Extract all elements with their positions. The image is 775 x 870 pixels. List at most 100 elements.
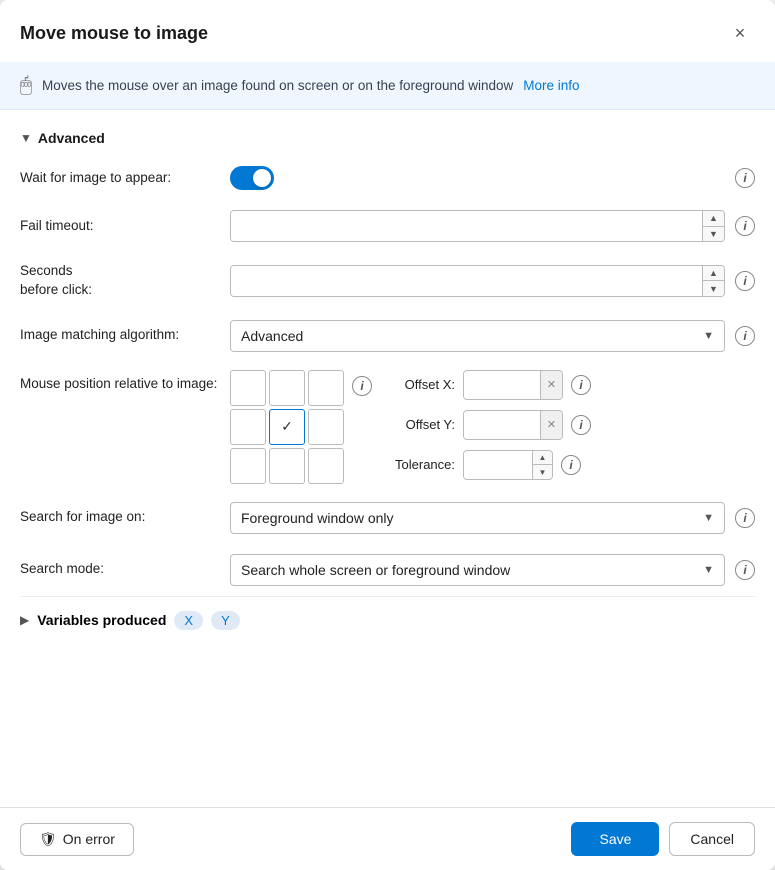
offset-y-input[interactable]: 0: [464, 411, 540, 439]
more-info-link[interactable]: More info: [523, 78, 579, 93]
footer: 🛡 On error Save Cancel: [0, 807, 775, 870]
cancel-button[interactable]: Cancel: [669, 822, 755, 856]
tolerance-input[interactable]: 10: [464, 451, 532, 479]
variable-badge-x: X: [174, 611, 203, 630]
fail-timeout-up[interactable]: ▲: [703, 211, 724, 227]
variables-section: ▶ Variables produced X Y: [20, 596, 755, 640]
grid-cell-bl[interactable]: [230, 448, 266, 484]
seconds-before-click-up[interactable]: ▲: [703, 266, 724, 282]
search-for-image-row: Search for image on: Foreground window o…: [20, 492, 755, 544]
offset-y-row: Offset Y: 0 ✕ i: [390, 410, 591, 440]
grid-cell-ml[interactable]: [230, 409, 266, 445]
offset-x-input[interactable]: 0: [464, 371, 540, 399]
search-for-image-chevron: ▼: [703, 512, 714, 524]
tolerance-row: Tolerance: 10 ▲ ▼ i: [390, 450, 591, 480]
wait-for-image-toggle[interactable]: [230, 166, 274, 190]
title-bar: Move mouse to image ×: [0, 0, 775, 62]
image-matching-chevron: ▼: [703, 330, 714, 342]
search-for-image-info[interactable]: i: [735, 508, 755, 528]
seconds-before-click-controls: 0 ▲ ▼: [230, 265, 725, 297]
offset-y-info[interactable]: i: [571, 415, 591, 435]
seconds-before-click-info[interactable]: i: [735, 271, 755, 291]
seconds-before-click-arrows: ▲ ▼: [702, 266, 724, 296]
advanced-chevron: ▼: [20, 131, 32, 145]
tolerance-down[interactable]: ▼: [533, 465, 552, 479]
on-error-label: On error: [63, 831, 115, 847]
tolerance-label: Tolerance:: [390, 457, 455, 472]
grid-cell-tc[interactable]: [269, 370, 305, 406]
footer-right: Save Cancel: [571, 822, 755, 856]
grid-cell-mr[interactable]: [308, 409, 344, 445]
offset-y-label: Offset Y:: [390, 417, 455, 432]
tolerance-up[interactable]: ▲: [533, 451, 552, 466]
fail-timeout-down[interactable]: ▼: [703, 227, 724, 242]
dialog: Move mouse to image × 🖱 Moves the mouse …: [0, 0, 775, 870]
offset-x-input-wrap: 0 ✕: [463, 370, 563, 400]
image-matching-label: Image matching algorithm:: [20, 326, 220, 345]
fail-timeout-controls: 30 ▲ ▼: [230, 210, 725, 242]
variables-label: Variables produced: [37, 612, 166, 628]
search-mode-value: Search whole screen or foreground window: [241, 562, 510, 578]
offset-x-row: Offset X: 0 ✕ i: [390, 370, 591, 400]
seconds-before-click-spinbox: 0 ▲ ▼: [230, 265, 725, 297]
fail-timeout-row: Fail timeout: 30 ▲ ▼ i: [20, 200, 755, 252]
seconds-before-click-row: Secondsbefore click: 0 ▲ ▼ i: [20, 252, 755, 310]
image-matching-select[interactable]: Advanced ▼: [230, 320, 725, 352]
fail-timeout-label: Fail timeout:: [20, 217, 220, 236]
seconds-before-click-down[interactable]: ▼: [703, 281, 724, 296]
toggle-knob: [253, 169, 271, 187]
search-for-image-select[interactable]: Foreground window only ▼: [230, 502, 725, 534]
image-matching-row: Image matching algorithm: Advanced ▼ i: [20, 310, 755, 362]
variable-badge-y: Y: [211, 611, 240, 630]
save-button[interactable]: Save: [571, 822, 659, 856]
advanced-section-label: Advanced: [38, 130, 105, 146]
fail-timeout-spinbox: 30 ▲ ▼: [230, 210, 725, 242]
grid-cell-tr[interactable]: [308, 370, 344, 406]
info-banner: 🖱 Moves the mouse over an image found on…: [0, 62, 775, 110]
grid-cell-tl[interactable]: [230, 370, 266, 406]
fail-timeout-info[interactable]: i: [735, 216, 755, 236]
offset-x-label: Offset X:: [390, 377, 455, 392]
offset-fields: Offset X: 0 ✕ i Offset Y: 0 ✕ i: [390, 370, 591, 480]
grid-cell-bc[interactable]: [269, 448, 305, 484]
mouse-icon: 🖱: [20, 74, 32, 97]
search-mode-label: Search mode:: [20, 560, 220, 579]
offset-x-clear[interactable]: ✕: [540, 371, 562, 399]
shield-icon: 🛡: [39, 831, 57, 848]
mouse-position-label: Mouse position relative to image:: [20, 370, 220, 391]
wait-for-image-label: Wait for image to appear:: [20, 169, 220, 188]
content-area: ▼ Advanced Wait for image to appear: i F…: [0, 110, 775, 807]
image-matching-value: Advanced: [241, 328, 303, 344]
offset-y-clear[interactable]: ✕: [540, 411, 562, 439]
position-grid: ✓: [230, 370, 344, 484]
fail-timeout-input[interactable]: 30: [231, 211, 702, 241]
tolerance-spinbox: 10 ▲ ▼: [463, 450, 553, 480]
offset-y-input-wrap: 0 ✕: [463, 410, 563, 440]
grid-cell-br[interactable]: [308, 448, 344, 484]
wait-for-image-info[interactable]: i: [735, 168, 755, 188]
seconds-before-click-label: Secondsbefore click:: [20, 262, 220, 300]
search-mode-controls: Search whole screen or foreground window…: [230, 554, 725, 586]
on-error-button[interactable]: 🛡 On error: [20, 823, 134, 856]
search-mode-info[interactable]: i: [735, 560, 755, 580]
search-mode-chevron: ▼: [703, 564, 714, 576]
close-button[interactable]: ×: [725, 18, 755, 48]
variables-chevron[interactable]: ▶: [20, 613, 29, 627]
offset-x-info[interactable]: i: [571, 375, 591, 395]
tolerance-arrows: ▲ ▼: [532, 451, 552, 479]
dialog-title: Move mouse to image: [20, 23, 208, 44]
tolerance-info[interactable]: i: [561, 455, 581, 475]
search-for-image-value: Foreground window only: [241, 510, 394, 526]
image-matching-info[interactable]: i: [735, 326, 755, 346]
search-for-image-label: Search for image on:: [20, 508, 220, 527]
wait-for-image-controls: [230, 166, 725, 190]
advanced-section-header[interactable]: ▼ Advanced: [20, 120, 755, 156]
info-banner-text: Moves the mouse over an image found on s…: [42, 78, 513, 93]
seconds-before-click-input[interactable]: 0: [231, 266, 702, 296]
search-mode-select[interactable]: Search whole screen or foreground window…: [230, 554, 725, 586]
mouse-position-info[interactable]: i: [352, 376, 372, 396]
mouse-position-controls: ✓ i Offset X: 0 ✕ i: [230, 370, 755, 484]
image-matching-controls: Advanced ▼: [230, 320, 725, 352]
grid-cell-mc[interactable]: ✓: [269, 409, 305, 445]
mouse-position-row: Mouse position relative to image: ✓ i: [20, 362, 755, 492]
